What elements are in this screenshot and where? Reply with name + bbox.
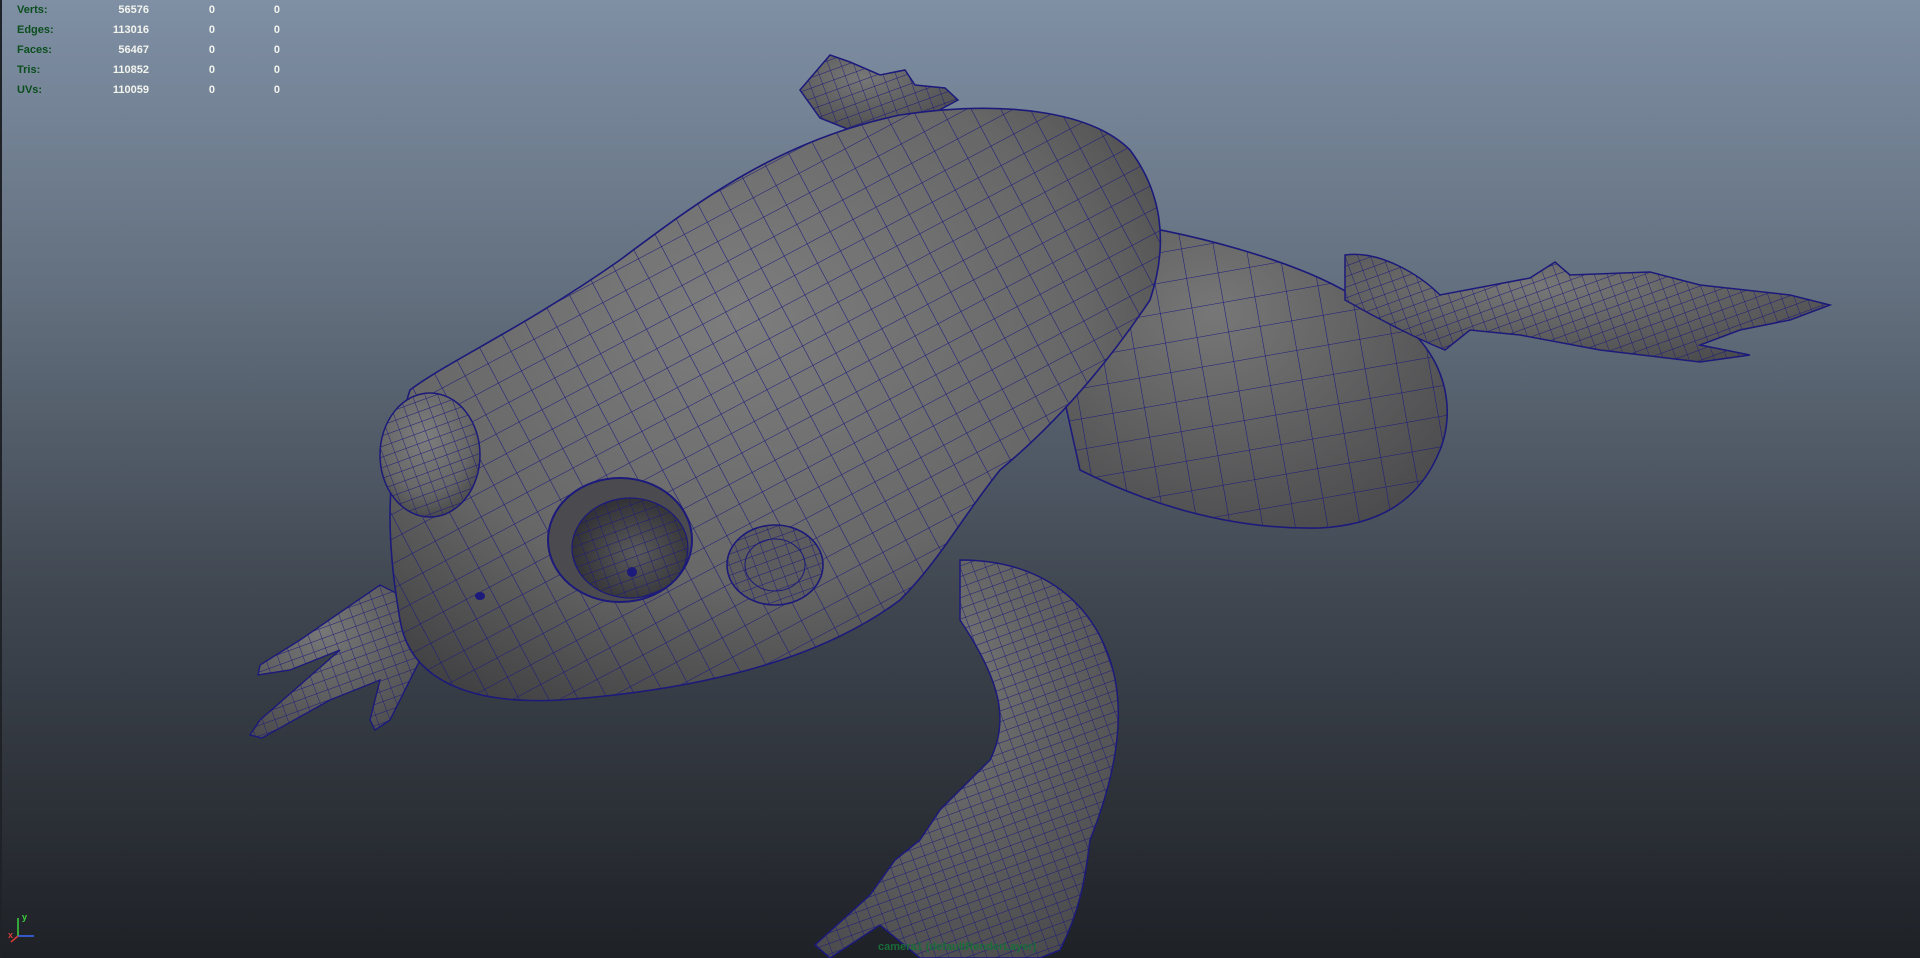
hud-value: 0 xyxy=(208,64,215,76)
hud-value: 56467 xyxy=(118,44,149,56)
3d-viewport[interactable]: Verts: 56576 0 0 Edges: 113016 0 0 Faces… xyxy=(0,0,1920,958)
hud-row-verts: Verts: 56576 0 0 xyxy=(17,0,280,20)
hud-value: 113016 xyxy=(112,24,149,36)
hud-label: Verts: xyxy=(17,4,48,16)
hud-value: 0 xyxy=(208,4,215,16)
poly-count-hud: Verts: 56576 0 0 Edges: 113016 0 0 Faces… xyxy=(17,0,280,100)
hud-value: 0 xyxy=(208,84,215,96)
hud-value: 110852 xyxy=(112,64,149,76)
frog-mesh[interactable] xyxy=(0,0,1920,958)
camera-label: camera1 (defaultRenderLayer) xyxy=(878,941,1037,953)
hud-label: Tris: xyxy=(17,64,41,76)
view-axis-icon: y x xyxy=(8,912,34,943)
hud-value: 56576 xyxy=(118,4,149,16)
nostril xyxy=(475,592,485,600)
eye xyxy=(547,477,693,603)
axis-label-y: y xyxy=(22,912,27,922)
tympanum xyxy=(726,524,824,606)
hud-row-edges: Edges: 113016 0 0 xyxy=(17,20,280,40)
hud-row-faces: Faces: 56467 0 0 xyxy=(17,40,280,60)
hud-row-tris: Tris: 110852 0 0 xyxy=(17,60,280,80)
hud-label: UVs: xyxy=(17,84,43,96)
hud-value: 0 xyxy=(208,24,215,36)
hud-label: Faces: xyxy=(17,44,52,56)
hud-value: 0 xyxy=(273,44,280,56)
snout xyxy=(379,392,481,518)
hud-label: Edges: xyxy=(17,24,54,36)
hud-value: 0 xyxy=(273,4,280,16)
hud-value: 0 xyxy=(273,64,280,76)
axis-label-x: x xyxy=(8,930,13,940)
hud-value: 0 xyxy=(273,24,280,36)
hud-value: 0 xyxy=(273,84,280,96)
hud-value: 0 xyxy=(208,44,215,56)
hud-value: 110059 xyxy=(112,84,149,96)
hud-row-uvs: UVs: 110059 0 0 xyxy=(17,80,280,100)
